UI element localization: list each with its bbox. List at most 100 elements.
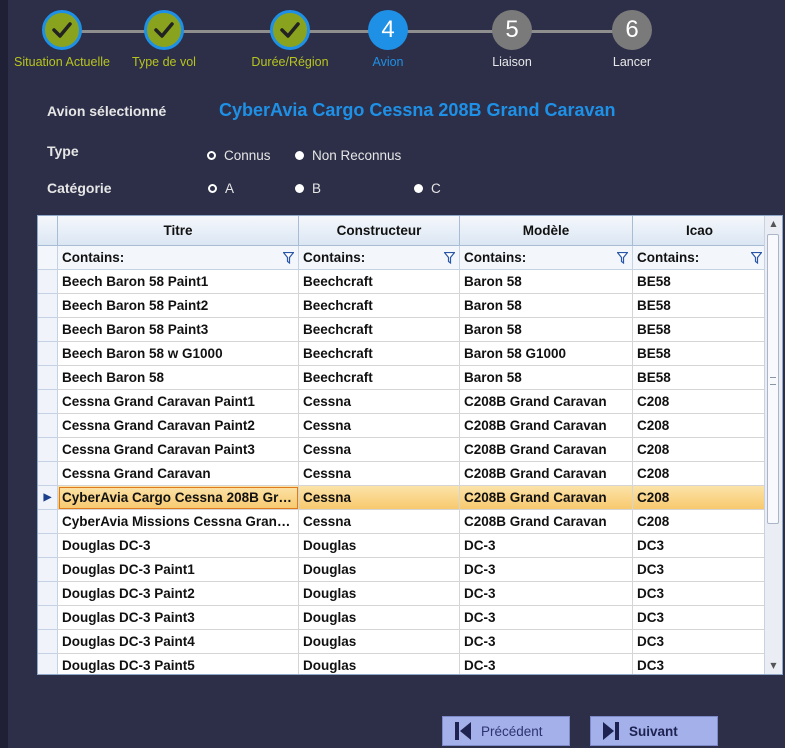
table-cell[interactable]: Douglas DC-3 Paint2 <box>58 582 299 606</box>
table-cell[interactable]: DC3 <box>633 654 767 674</box>
table-cell[interactable]: Beech Baron 58 w G1000 <box>58 342 299 366</box>
table-cell[interactable]: Douglas <box>299 534 460 558</box>
step-6[interactable]: 6 Lancer <box>572 10 692 69</box>
table-cell[interactable]: DC-3 <box>460 630 633 654</box>
table-cell[interactable]: Douglas <box>299 630 460 654</box>
step-5-circle[interactable]: 5 <box>492 10 532 50</box>
table-cell[interactable]: Cessna <box>299 438 460 462</box>
vertical-scrollbar[interactable]: ▲ ▼ <box>764 216 782 674</box>
filter-icon[interactable] <box>444 252 455 264</box>
row-indicator[interactable] <box>38 630 58 654</box>
table-cell[interactable]: DC-3 <box>460 582 633 606</box>
table-cell[interactable]: DC3 <box>633 606 767 630</box>
table-cell[interactable]: DC3 <box>633 582 767 606</box>
table-cell[interactable]: C208 <box>633 486 767 510</box>
scroll-thumb[interactable] <box>767 234 779 524</box>
step-3-circle[interactable] <box>270 10 310 50</box>
table-row[interactable]: Beech Baron 58 w G1000 Beechcraft Baron 58… <box>38 342 767 366</box>
table-cell[interactable]: Cessna <box>299 462 460 486</box>
table-cell[interactable]: C208B Grand Caravan <box>460 486 633 510</box>
table-cell[interactable]: C208B Grand Caravan <box>460 438 633 462</box>
table-cell[interactable]: Baron 58 <box>460 366 633 390</box>
table-cell[interactable]: DC-3 <box>460 606 633 630</box>
table-cell[interactable]: Baron 58 G1000 <box>460 342 633 366</box>
step-4[interactable]: 4 Avion <box>328 10 448 69</box>
row-indicator[interactable] <box>38 510 58 534</box>
table-cell[interactable]: BE58 <box>633 270 767 294</box>
table-cell[interactable]: BE58 <box>633 366 767 390</box>
table-cell[interactable]: Baron 58 <box>460 318 633 342</box>
table-row[interactable]: Douglas DC-3 Paint3 Douglas DC-3 DC3 <box>38 606 767 630</box>
category_filter-radio-2[interactable]: B <box>295 181 321 196</box>
table-cell[interactable]: Beechcraft <box>299 342 460 366</box>
step-2[interactable]: Type de vol <box>104 10 224 69</box>
table-cell[interactable]: C208B Grand Caravan <box>460 510 633 534</box>
filter-cell[interactable]: Contains: <box>58 246 299 270</box>
table-row[interactable]: Beech Baron 58 Paint1 Beechcraft Baron 58 B… <box>38 270 767 294</box>
table-cell[interactable]: DC3 <box>633 630 767 654</box>
table-row[interactable]: Beech Baron 58 Paint2 Beechcraft Baron 58 B… <box>38 294 767 318</box>
table-row[interactable]: Cessna Grand Caravan Paint1 Cessna C208B G… <box>38 390 767 414</box>
table-row[interactable]: Douglas DC-3 Paint2 Douglas DC-3 DC3 <box>38 582 767 606</box>
table-cell[interactable]: C208 <box>633 390 767 414</box>
step-4-circle[interactable]: 4 <box>368 10 408 50</box>
step-6-circle[interactable]: 6 <box>612 10 652 50</box>
table-cell[interactable]: Beechcraft <box>299 318 460 342</box>
table-cell[interactable]: DC-3 <box>460 534 633 558</box>
table-cell[interactable]: Douglas <box>299 654 460 674</box>
row-indicator[interactable] <box>38 342 58 366</box>
table-cell[interactable]: Beech Baron 58 <box>58 366 299 390</box>
table-cell[interactable]: Beech Baron 58 Paint2 <box>58 294 299 318</box>
row-indicator[interactable] <box>38 534 58 558</box>
step-5[interactable]: 5 Liaison <box>452 10 572 69</box>
radio-dot-icon[interactable] <box>295 184 304 193</box>
table-row[interactable]: Cessna Grand Caravan Paint2 Cessna C208B G… <box>38 414 767 438</box>
table-cell[interactable]: Baron 58 <box>460 294 633 318</box>
table-cell[interactable]: C208 <box>633 510 767 534</box>
table-cell[interactable]: Beechcraft <box>299 366 460 390</box>
table-cell[interactable]: C208 <box>633 414 767 438</box>
radio-dot-icon[interactable] <box>207 151 216 160</box>
table-cell[interactable]: Beechcraft <box>299 294 460 318</box>
filter-icon[interactable] <box>617 252 628 264</box>
scroll-down-icon[interactable]: ▼ <box>765 658 782 674</box>
table-cell[interactable]: Cessna Grand Caravan Paint3 <box>58 438 299 462</box>
step-2-circle[interactable] <box>144 10 184 50</box>
row-indicator[interactable] <box>38 582 58 606</box>
type_filter-radio-2[interactable]: Non Reconnus <box>295 148 401 163</box>
table-cell[interactable]: C208 <box>633 438 767 462</box>
radio-dot-icon[interactable] <box>414 184 423 193</box>
table-cell[interactable]: Cessna Grand Caravan Paint2 <box>58 414 299 438</box>
table-cell[interactable]: C208B Grand Caravan <box>460 414 633 438</box>
column-header[interactable]: Icao <box>633 216 767 246</box>
table-row[interactable]: Cessna Grand Caravan Cessna C208B Grand Ca… <box>38 462 767 486</box>
row-indicator[interactable] <box>38 654 58 674</box>
table-cell[interactable]: Beechcraft <box>299 270 460 294</box>
table-cell[interactable]: Douglas <box>299 606 460 630</box>
step-1-circle[interactable] <box>42 10 82 50</box>
filter-cell[interactable]: Contains: <box>633 246 767 270</box>
row-indicator[interactable] <box>38 558 58 582</box>
table-row[interactable]: Douglas DC-3 Paint4 Douglas DC-3 DC3 <box>38 630 767 654</box>
row-indicator[interactable] <box>38 462 58 486</box>
grid-header-row[interactable]: Titre Constructeur Modèle Icao <box>38 216 767 246</box>
filter-cell[interactable]: Contains: <box>460 246 633 270</box>
table-cell[interactable]: Douglas DC-3 Paint5 <box>58 654 299 674</box>
table-cell[interactable]: BE58 <box>633 294 767 318</box>
row-indicator[interactable] <box>38 414 58 438</box>
table-cell[interactable]: Cessna <box>299 486 460 510</box>
scroll-up-icon[interactable]: ▲ <box>765 216 782 232</box>
table-cell[interactable]: DC3 <box>633 558 767 582</box>
table-cell[interactable]: Cessna Grand Caravan <box>58 462 299 486</box>
row-indicator[interactable] <box>38 390 58 414</box>
table-cell[interactable]: Cessna <box>299 390 460 414</box>
table-cell[interactable]: DC-3 <box>460 558 633 582</box>
table-cell[interactable]: Cessna <box>299 414 460 438</box>
table-cell[interactable]: Baron 58 <box>460 270 633 294</box>
table-cell[interactable]: Douglas <box>299 582 460 606</box>
previous-button[interactable]: Précédent <box>442 716 570 746</box>
table-row[interactable]: Beech Baron 58 Beechcraft Baron 58 BE58 <box>38 366 767 390</box>
table-row[interactable]: CyberAvia Missions Cessna Grand CaravanC… <box>38 510 767 534</box>
column-header[interactable]: Modèle <box>460 216 633 246</box>
column-header[interactable]: Constructeur <box>299 216 460 246</box>
